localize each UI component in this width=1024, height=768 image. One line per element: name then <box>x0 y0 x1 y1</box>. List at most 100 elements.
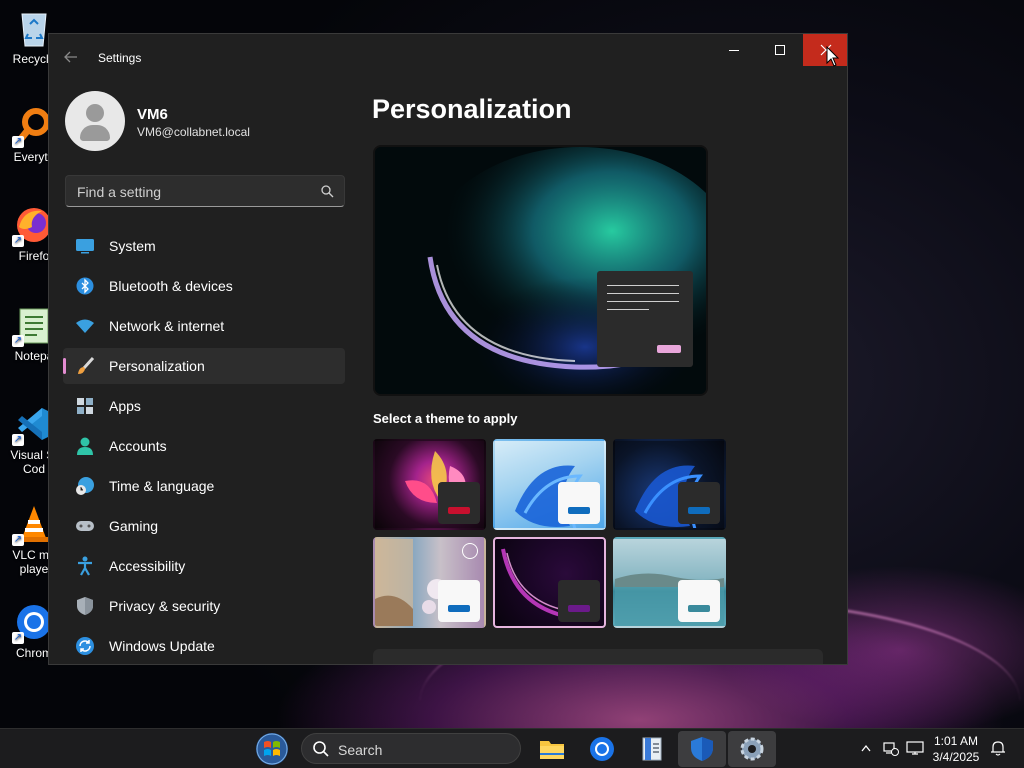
shield-icon <box>75 596 95 616</box>
theme-captured-motion[interactable] <box>613 537 726 628</box>
settings-window: Settings VM6 VM6@collabnet.local Find a … <box>48 33 848 665</box>
nav-item-apps[interactable]: Apps <box>63 388 345 424</box>
taskbar-search-label: Search <box>338 742 383 758</box>
network-icon[interactable] <box>883 740 899 760</box>
taskbar-chrome[interactable] <box>582 731 622 767</box>
find-setting-placeholder: Find a setting <box>77 184 162 200</box>
nav-item-gaming[interactable]: Gaming <box>63 508 345 544</box>
find-setting-input[interactable]: Find a setting <box>65 175 345 207</box>
defender-icon <box>691 737 713 761</box>
avatar-body <box>80 125 110 141</box>
nav-item-time-language[interactable]: Time & language <box>63 468 345 504</box>
theme-glow-flower[interactable] <box>373 439 486 530</box>
taskbar-clock[interactable]: 1:01 AM 3/4/2025 <box>926 733 986 765</box>
nav-item-accessibility[interactable]: Accessibility <box>63 548 345 584</box>
theme-spotlight[interactable] <box>373 537 486 628</box>
minimize-button[interactable] <box>711 34 757 66</box>
start-button[interactable] <box>251 731 293 767</box>
theme-mini-window <box>438 482 480 524</box>
theme-windows-light[interactable] <box>493 439 606 530</box>
avatar[interactable] <box>65 91 125 151</box>
nav-item-network[interactable]: Network & internet <box>63 308 345 344</box>
nav-item-bluetooth[interactable]: Bluetooth & devices <box>63 268 345 304</box>
theme-mini-window <box>438 580 480 622</box>
nav-item-privacy-security[interactable]: Privacy & security <box>63 588 345 624</box>
nav-label: Network & internet <box>109 318 225 334</box>
theme-glow-purple[interactable] <box>493 537 606 628</box>
nav-label: Accounts <box>109 438 167 454</box>
nav-label: Gaming <box>109 518 159 534</box>
chevron-up-icon[interactable] <box>861 740 871 756</box>
preview-sample-window <box>597 271 693 367</box>
preview-text-line <box>607 293 679 294</box>
accounts-icon <box>75 436 95 456</box>
nav-label: Accessibility <box>109 558 186 574</box>
user-name: VM6 <box>137 106 168 123</box>
taskbar-search[interactable]: Search <box>301 733 521 764</box>
mouse-cursor-icon <box>826 46 840 67</box>
preview-text-line <box>607 285 679 286</box>
taskbar-notepad[interactable] <box>632 731 672 767</box>
theme-accent-bar <box>688 507 710 514</box>
search-icon <box>321 185 334 198</box>
shortcut-arrow-icon: ↗ <box>12 632 24 644</box>
maximize-icon <box>775 45 785 55</box>
nav-label: Bluetooth & devices <box>109 278 233 294</box>
user-email: VM6@collabnet.local <box>137 125 250 139</box>
theme-mini-window <box>678 580 720 622</box>
apps-icon <box>75 396 95 416</box>
maximize-button[interactable] <box>757 34 803 66</box>
nav-item-windows-update[interactable]: Windows Update <box>63 628 345 664</box>
bell-icon[interactable] <box>990 740 1006 760</box>
nav-label: Apps <box>109 398 141 414</box>
minimize-icon <box>729 49 739 51</box>
settings-nav: System Bluetooth & devices Network & int… <box>63 228 345 664</box>
paintbrush-icon <box>75 356 95 376</box>
title-bar[interactable]: Settings <box>49 34 847 82</box>
taskbar-defender[interactable] <box>678 731 726 767</box>
bluetooth-icon <box>75 276 95 296</box>
preview-text-line <box>607 309 649 310</box>
gamepad-icon <box>75 516 95 536</box>
taskbar-settings[interactable] <box>728 731 776 767</box>
theme-accent-bar <box>688 605 710 612</box>
theme-mini-window <box>558 482 600 524</box>
nav-label: Time & language <box>109 478 215 494</box>
theme-windows-dark[interactable] <box>613 439 726 530</box>
theme-accent-bar <box>448 605 470 612</box>
preview-accent-button <box>657 345 681 353</box>
window-title: Settings <box>98 51 142 65</box>
clock-date: 3/4/2025 <box>932 750 980 764</box>
nav-item-accounts[interactable]: Accounts <box>63 428 345 464</box>
back-arrow-icon[interactable] <box>63 49 81 67</box>
chrome-taskbar-icon <box>590 737 614 761</box>
settings-taskbar-icon <box>740 737 764 761</box>
display-icon[interactable] <box>906 740 924 760</box>
spotlight-badge-icon <box>462 543 478 559</box>
theme-preview <box>373 145 708 396</box>
windows-update-icon <box>75 636 95 656</box>
theme-mini-window <box>678 482 720 524</box>
clock-time: 1:01 AM <box>933 734 979 748</box>
avatar-head <box>86 104 104 122</box>
system-icon <box>75 236 95 256</box>
nav-item-system[interactable]: System <box>63 228 345 264</box>
preview-text-line <box>607 301 679 302</box>
theme-accent-bar <box>568 507 590 514</box>
next-section-card[interactable] <box>373 649 823 664</box>
shortcut-arrow-icon: ↗ <box>12 335 24 347</box>
notepad-taskbar-icon <box>642 737 662 761</box>
shortcut-arrow-icon: ↗ <box>12 136 24 148</box>
taskbar-file-explorer[interactable] <box>532 731 572 767</box>
nav-item-personalization[interactable]: Personalization <box>63 348 345 384</box>
taskbar: Search 1:01 AM 3/4/2025 <box>0 728 1024 768</box>
nav-label: Windows Update <box>109 638 215 654</box>
nav-label: Personalization <box>109 358 205 374</box>
search-icon <box>313 741 329 757</box>
page-title: Personalization <box>372 94 572 124</box>
globe-clock-icon <box>75 476 95 496</box>
accessibility-icon <box>75 556 95 576</box>
wifi-icon <box>75 316 95 336</box>
shortcut-arrow-icon: ↗ <box>12 434 24 446</box>
shortcut-arrow-icon: ↗ <box>12 534 24 546</box>
